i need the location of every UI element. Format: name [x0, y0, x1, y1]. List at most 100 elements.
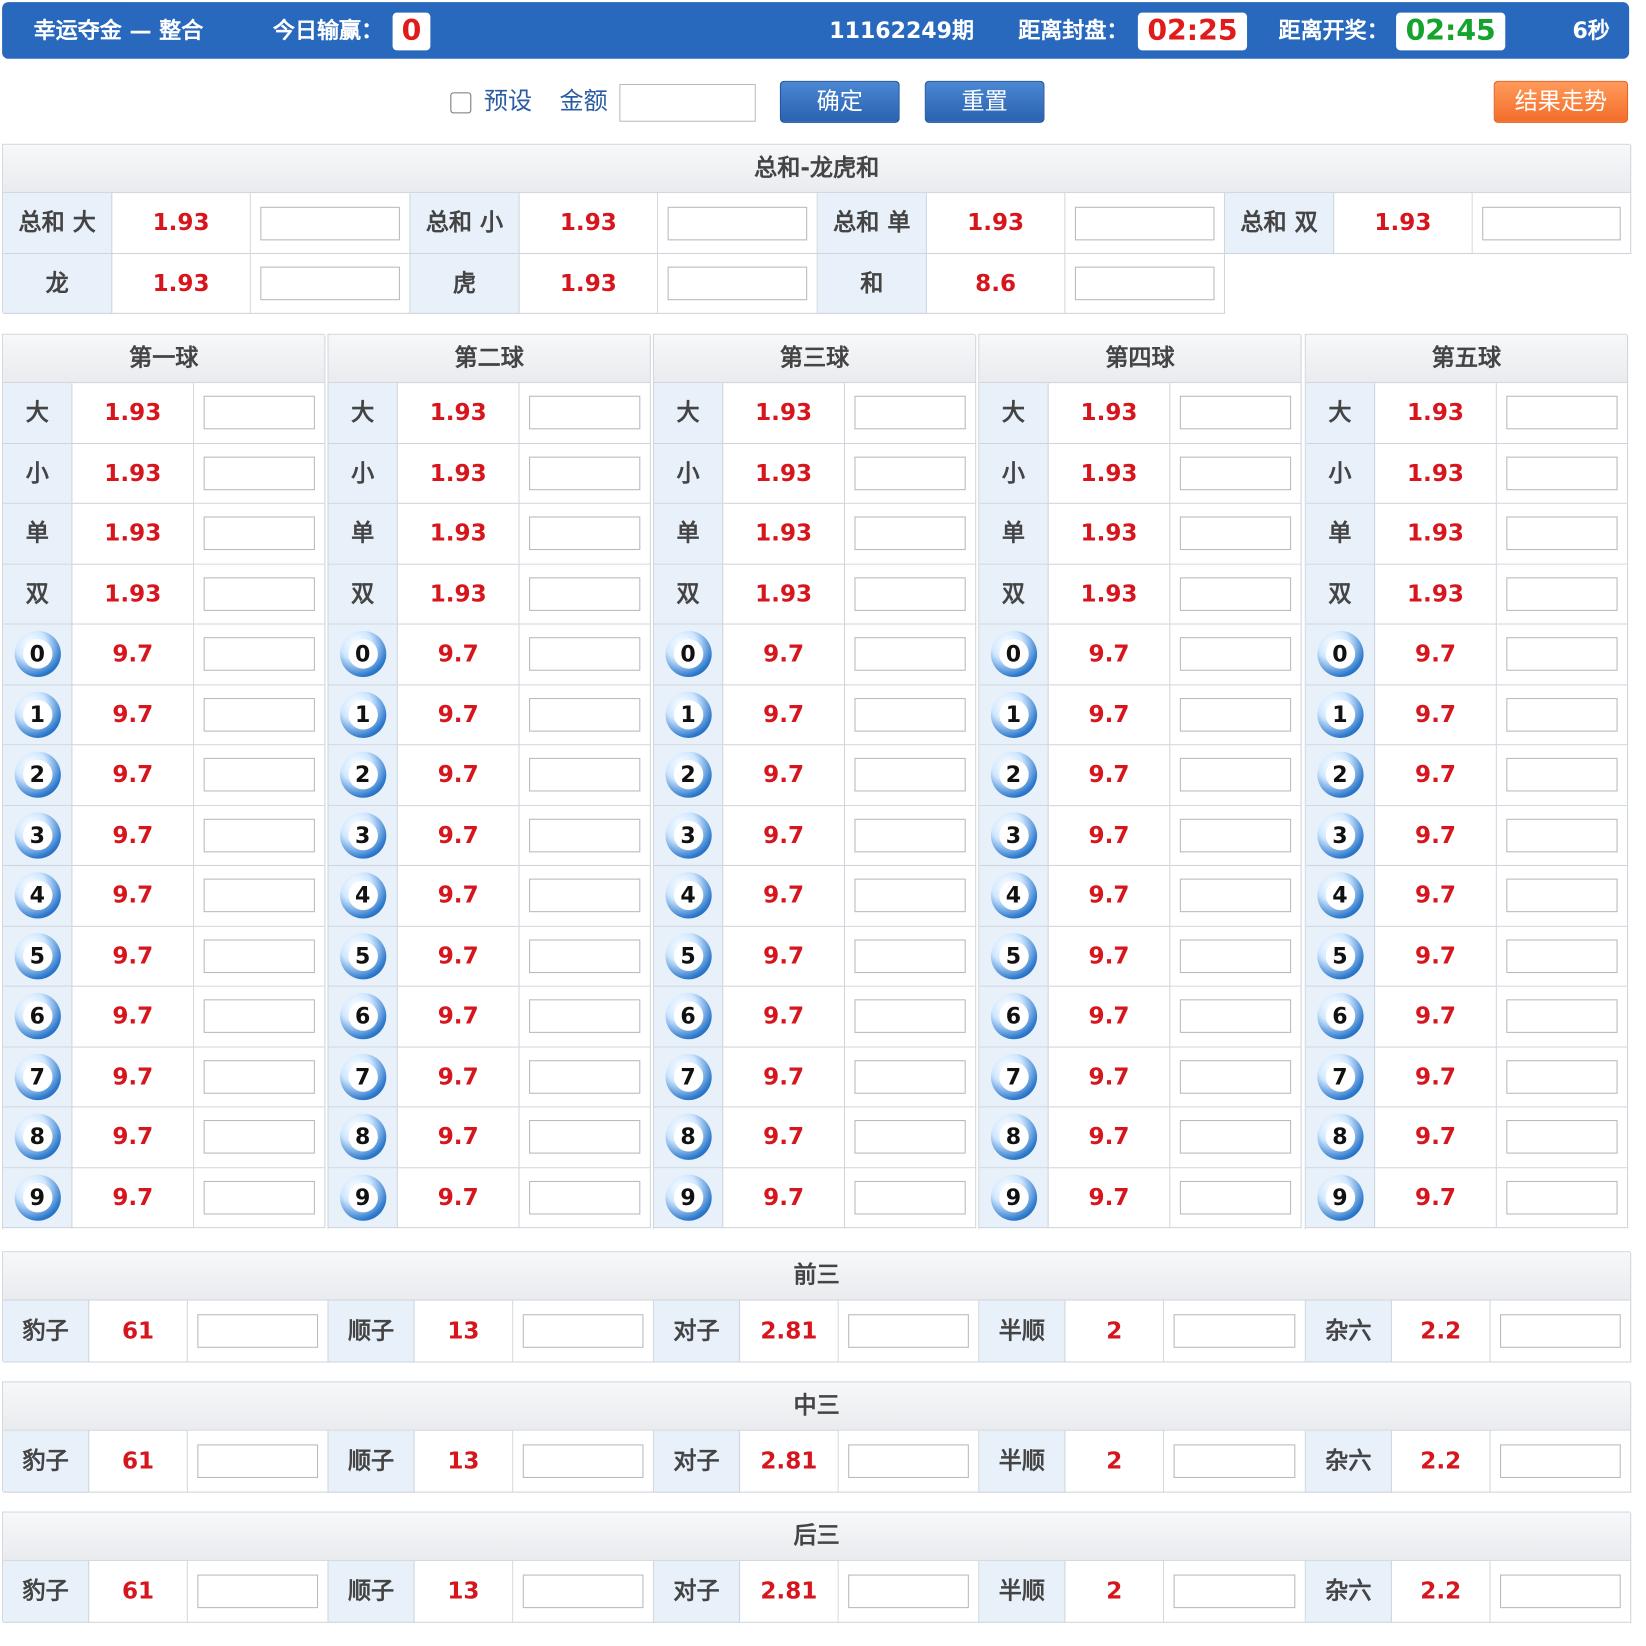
- bet-amount-input[interactable]: [848, 1444, 969, 1478]
- bet-amount-input[interactable]: [1179, 999, 1292, 1034]
- bet-amount-input[interactable]: [197, 1444, 319, 1478]
- bet-amount-input[interactable]: [1506, 577, 1618, 611]
- bet-amount-input[interactable]: [529, 1120, 641, 1154]
- bet-amount-input[interactable]: [854, 1180, 966, 1215]
- bet-amount-input[interactable]: [529, 637, 641, 672]
- bet-amount-input[interactable]: [848, 1314, 969, 1348]
- bet-amount-input[interactable]: [667, 206, 808, 240]
- bet-amount-input[interactable]: [1179, 1120, 1292, 1154]
- bet-amount-input[interactable]: [522, 1574, 644, 1609]
- bet-amount-input[interactable]: [1506, 516, 1618, 551]
- bet-amount-input[interactable]: [197, 1574, 319, 1609]
- bet-amount-input[interactable]: [1179, 758, 1292, 792]
- bet-amount-input[interactable]: [1506, 1180, 1618, 1215]
- bet-amount-input[interactable]: [529, 1059, 641, 1094]
- bet-amount-input[interactable]: [529, 999, 641, 1034]
- bet-amount-input[interactable]: [1179, 395, 1292, 430]
- bet-amount-input[interactable]: [203, 637, 315, 672]
- bet-cell: [1170, 866, 1302, 927]
- confirm-button[interactable]: 确定: [779, 80, 900, 123]
- bet-amount-input[interactable]: [203, 577, 315, 611]
- bet-amount-input[interactable]: [1506, 758, 1618, 792]
- bet-amount-input[interactable]: [197, 1314, 319, 1348]
- amount-input[interactable]: [619, 83, 756, 122]
- bet-amount-input[interactable]: [1173, 1314, 1296, 1348]
- bet-amount-input[interactable]: [1506, 1120, 1618, 1154]
- bet-amount-input[interactable]: [260, 206, 400, 240]
- bet-amount-input[interactable]: [529, 1180, 641, 1215]
- bet-amount-input[interactable]: [1506, 818, 1618, 853]
- bet-amount-input[interactable]: [1506, 395, 1618, 430]
- bet-amount-input[interactable]: [203, 818, 315, 853]
- bet-amount-input[interactable]: [1500, 1574, 1621, 1609]
- bet-amount-input[interactable]: [854, 878, 966, 913]
- bet-amount-input[interactable]: [529, 577, 641, 611]
- bet-amount-input[interactable]: [203, 878, 315, 913]
- bet-amount-input[interactable]: [522, 1314, 644, 1348]
- bet-amount-input[interactable]: [203, 1180, 315, 1215]
- bet-amount-input[interactable]: [1074, 266, 1215, 301]
- bet-amount-input[interactable]: [1179, 577, 1292, 611]
- bet-amount-input[interactable]: [1179, 939, 1292, 973]
- trend-button[interactable]: 结果走势: [1493, 80, 1629, 123]
- bet-amount-input[interactable]: [529, 456, 641, 490]
- bet-amount-input[interactable]: [854, 697, 966, 732]
- bet-amount-input[interactable]: [529, 818, 641, 853]
- bet-amount-input[interactable]: [1179, 456, 1292, 490]
- bet-amount-input[interactable]: [1506, 697, 1618, 732]
- bet-amount-input[interactable]: [1179, 697, 1292, 732]
- bet-amount-input[interactable]: [1500, 1444, 1621, 1478]
- bet-amount-input[interactable]: [1173, 1574, 1296, 1609]
- bet-amount-input[interactable]: [667, 266, 808, 301]
- bet-amount-input[interactable]: [854, 516, 966, 551]
- bet-amount-input[interactable]: [203, 999, 315, 1034]
- bet-amount-input[interactable]: [529, 878, 641, 913]
- bet-amount-input[interactable]: [854, 1120, 966, 1154]
- bet-amount-input[interactable]: [1506, 1059, 1618, 1094]
- bet-amount-input[interactable]: [1179, 1180, 1292, 1215]
- bet-amount-input[interactable]: [1179, 818, 1292, 853]
- preset-checkbox[interactable]: [450, 92, 472, 114]
- bet-amount-input[interactable]: [854, 577, 966, 611]
- bet-amount-input[interactable]: [1506, 456, 1618, 490]
- bet-amount-input[interactable]: [529, 697, 641, 732]
- bet-amount-input[interactable]: [854, 999, 966, 1034]
- bet-amount-input[interactable]: [1506, 999, 1618, 1034]
- bet-cell: [519, 745, 651, 806]
- bet-amount-input[interactable]: [854, 939, 966, 973]
- bet-amount-input[interactable]: [1179, 516, 1292, 551]
- bet-amount-input[interactable]: [848, 1574, 969, 1609]
- bet-amount-input[interactable]: [1500, 1314, 1621, 1348]
- bet-amount-input[interactable]: [854, 395, 966, 430]
- bet-amount-input[interactable]: [1482, 206, 1621, 240]
- bet-amount-input[interactable]: [260, 266, 400, 301]
- bet-amount-input[interactable]: [203, 1120, 315, 1154]
- bet-amount-input[interactable]: [529, 939, 641, 973]
- reset-button[interactable]: 重置: [924, 80, 1045, 123]
- bet-amount-input[interactable]: [854, 818, 966, 853]
- bet-amount-input[interactable]: [203, 456, 315, 490]
- bet-amount-input[interactable]: [854, 758, 966, 792]
- bet-amount-input[interactable]: [1506, 939, 1618, 973]
- bet-amount-input[interactable]: [1074, 206, 1215, 240]
- bet-amount-input[interactable]: [1179, 878, 1292, 913]
- bet-amount-input[interactable]: [1179, 637, 1292, 672]
- bet-amount-input[interactable]: [203, 939, 315, 973]
- bet-amount-input[interactable]: [854, 637, 966, 672]
- bet-amount-input[interactable]: [529, 395, 641, 430]
- bet-amount-input[interactable]: [854, 1059, 966, 1094]
- bet-amount-input[interactable]: [529, 758, 641, 792]
- bet-amount-input[interactable]: [203, 395, 315, 430]
- bet-amount-input[interactable]: [1179, 1059, 1292, 1094]
- bet-amount-input[interactable]: [1506, 637, 1618, 672]
- odds-value: 9.7: [1375, 986, 1497, 1048]
- bet-amount-input[interactable]: [529, 516, 641, 551]
- bet-amount-input[interactable]: [203, 758, 315, 792]
- bet-amount-input[interactable]: [1173, 1444, 1296, 1478]
- bet-amount-input[interactable]: [203, 516, 315, 551]
- bet-amount-input[interactable]: [203, 697, 315, 732]
- bet-amount-input[interactable]: [854, 456, 966, 490]
- bet-amount-input[interactable]: [203, 1059, 315, 1094]
- bet-amount-input[interactable]: [1506, 878, 1618, 913]
- bet-amount-input[interactable]: [522, 1444, 644, 1478]
